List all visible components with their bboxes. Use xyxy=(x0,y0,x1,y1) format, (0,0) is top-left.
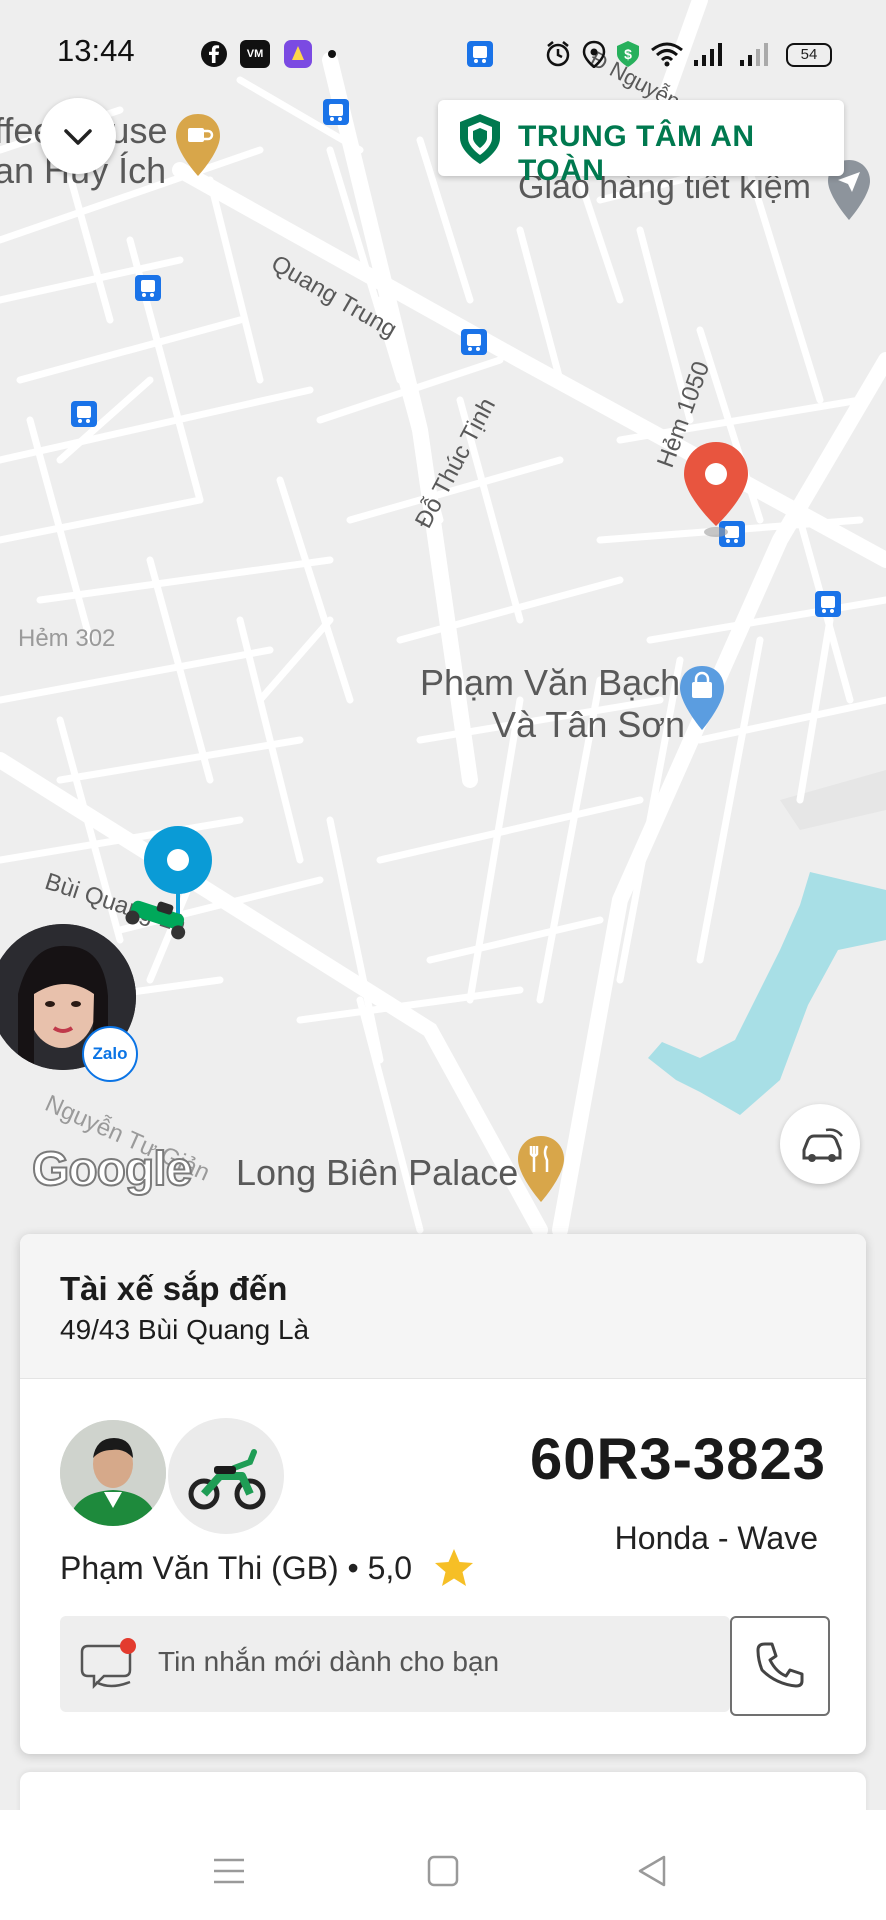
car-icon xyxy=(802,1128,843,1162)
safety-center-button[interactable]: TRUNG TÂM AN TOÀN xyxy=(438,100,844,187)
message-placeholder: Tin nhắn mới dành cho bạn xyxy=(158,1646,500,1677)
svg-text:$: $ xyxy=(624,46,632,62)
viettel-money-icon: VM xyxy=(240,40,270,68)
poi-label-long-bien-palace: Long Biên Palace xyxy=(236,1152,519,1193)
svg-text:VM: VM xyxy=(247,48,264,60)
poi-label-pham-van-bach: Phạm Văn Bạch xyxy=(420,662,681,703)
signal-strength-2-icon xyxy=(740,43,768,66)
back-icon[interactable] xyxy=(636,1854,670,1888)
chat-bubble-icon xyxy=(80,1638,136,1690)
license-plate: 60R3-3823 xyxy=(530,1427,826,1492)
wifi-icon xyxy=(651,42,683,67)
location-icon xyxy=(582,40,606,68)
safety-center-label: TRUNG TÂM AN TOÀN xyxy=(518,120,755,187)
home-icon[interactable] xyxy=(426,1854,460,1888)
motorbike-icon xyxy=(188,1449,266,1510)
status-time: 13:44 xyxy=(57,33,135,68)
message-input-button[interactable]: Tin nhắn mới dành cho bạn xyxy=(60,1616,730,1712)
bus-stop-icon[interactable] xyxy=(460,328,488,356)
call-driver-button[interactable] xyxy=(730,1616,830,1716)
notification-dot-icon xyxy=(328,50,336,58)
trip-status-title: Tài xế sắp đến xyxy=(60,1270,288,1307)
restaurant-poi-icon[interactable] xyxy=(516,1134,566,1204)
poi-label-tan-son: Và Tân Sơn xyxy=(492,704,686,745)
bus-stop-icon[interactable] xyxy=(134,274,162,302)
street-label-hem-302: Hẻm 302 xyxy=(18,625,116,652)
battery-indicator: 54 xyxy=(786,43,832,67)
coffee-poi-icon[interactable] xyxy=(174,112,222,178)
avatar xyxy=(60,1420,166,1526)
card-header: Tài xế sắp đến 49/43 Bùi Quang Là xyxy=(20,1234,866,1379)
driver-avatar[interactable] xyxy=(60,1420,166,1526)
signal-strength-icon xyxy=(694,43,722,66)
system-navigation-bar xyxy=(0,1810,886,1920)
alarm-icon xyxy=(546,41,570,67)
cash-app-icon: $ xyxy=(617,41,639,67)
bus-stop-icon[interactable] xyxy=(814,590,842,618)
shortcut-app-icon xyxy=(284,40,312,68)
collapse-button[interactable] xyxy=(40,98,116,174)
destination-pin-icon[interactable] xyxy=(680,440,752,540)
bus-stop-icon[interactable] xyxy=(70,400,98,428)
shield-icon xyxy=(460,114,500,164)
zalo-badge: Zalo xyxy=(82,1026,138,1082)
pickup-address: 49/43 Bùi Quang Là xyxy=(60,1314,310,1345)
motorbike-marker-icon xyxy=(125,900,186,940)
vehicle-thumbnail xyxy=(168,1418,284,1534)
vehicle-view-toggle[interactable] xyxy=(780,1104,860,1184)
star-icon xyxy=(435,1549,473,1586)
chevron-down-icon xyxy=(64,129,92,145)
driver-name-rating: Phạm Văn Thi (GB) • 5,0 xyxy=(60,1550,413,1586)
facebook-icon xyxy=(201,41,227,67)
menu-icon[interactable] xyxy=(212,1856,246,1886)
google-attribution: Google xyxy=(31,1142,193,1197)
status-bar: 13:44 VM $ 54 xyxy=(0,0,886,110)
shopping-poi-icon[interactable] xyxy=(678,664,726,732)
vehicle-model: Honda - Wave xyxy=(614,1520,818,1556)
driver-arriving-card: Tài xế sắp đến 49/43 Bùi Quang Là 60R3-3… xyxy=(20,1234,866,1754)
phone-icon xyxy=(756,1642,804,1688)
